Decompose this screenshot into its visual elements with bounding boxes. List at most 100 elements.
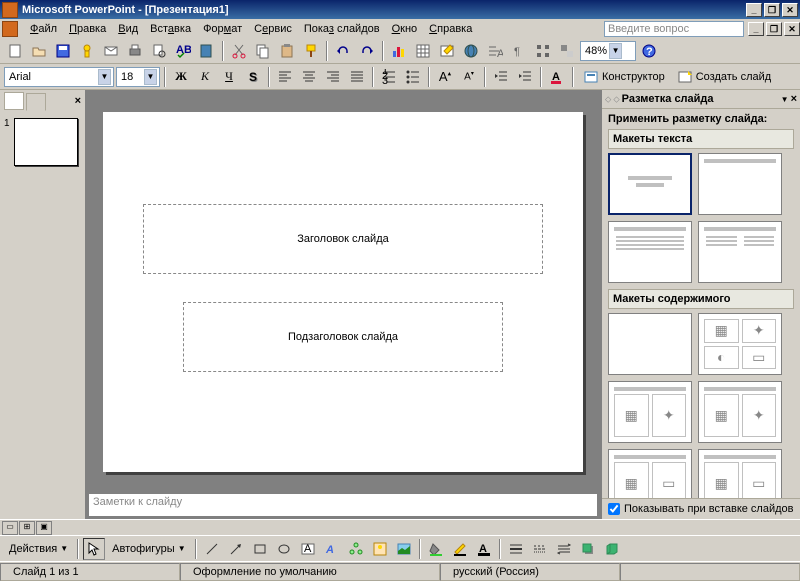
layout-title-content[interactable]: ▦✦: [608, 381, 692, 443]
layout-title-text[interactable]: [608, 221, 692, 283]
color-button[interactable]: [556, 40, 578, 62]
open-button[interactable]: [28, 40, 50, 62]
help-button[interactable]: ?: [638, 40, 660, 62]
italic-button[interactable]: К: [194, 66, 216, 88]
align-right-button[interactable]: [322, 66, 344, 88]
3d-style-button[interactable]: [601, 538, 623, 560]
select-button[interactable]: [83, 538, 105, 560]
font-combo[interactable]: Arial▼: [4, 67, 114, 87]
menu-edit[interactable]: Правка: [63, 21, 112, 37]
slideshow-view-button[interactable]: ▣: [36, 521, 52, 535]
redo-button[interactable]: [356, 40, 378, 62]
expand-button[interactable]: A: [484, 40, 506, 62]
undo-button[interactable]: [332, 40, 354, 62]
menu-format[interactable]: Формат: [197, 21, 248, 37]
layout-4content[interactable]: ▦▭: [608, 449, 692, 498]
paste-button[interactable]: [276, 40, 298, 62]
slide-thumbnail[interactable]: 1: [4, 118, 81, 166]
oval-button[interactable]: [273, 538, 295, 560]
slides-tab[interactable]: [26, 93, 46, 111]
chart-button[interactable]: [388, 40, 410, 62]
print-button[interactable]: [124, 40, 146, 62]
menu-window[interactable]: Окно: [386, 21, 424, 37]
doc-restore-button[interactable]: ❐: [766, 22, 782, 36]
sorter-view-button[interactable]: ⊞: [19, 521, 35, 535]
menu-help[interactable]: Справка: [423, 21, 478, 37]
line-style-button[interactable]: [505, 538, 527, 560]
increase-indent-button[interactable]: [514, 66, 536, 88]
copy-button[interactable]: [252, 40, 274, 62]
outline-tab[interactable]: [4, 92, 24, 110]
status-language[interactable]: русский (Россия): [440, 563, 620, 581]
subtitle-placeholder[interactable]: Подзаголовок слайда: [183, 302, 503, 372]
numbering-button[interactable]: 123: [378, 66, 400, 88]
tables-borders-button[interactable]: [436, 40, 458, 62]
autoshapes-menu[interactable]: Автофигуры▼: [107, 538, 191, 560]
layout-title-2col-text[interactable]: [698, 221, 782, 283]
textbox-button[interactable]: A: [297, 538, 319, 560]
shadow-style-button[interactable]: [577, 538, 599, 560]
layout-title-slide[interactable]: [608, 153, 692, 215]
permission-button[interactable]: [76, 40, 98, 62]
underline-button[interactable]: Ч: [218, 66, 240, 88]
clipart-button[interactable]: [369, 538, 391, 560]
rectangle-button[interactable]: [249, 538, 271, 560]
show-formatting-button[interactable]: ¶: [508, 40, 530, 62]
ask-question-box[interactable]: Введите вопрос: [604, 21, 744, 37]
increase-font-button[interactable]: A▴: [434, 66, 456, 88]
line-button[interactable]: [201, 538, 223, 560]
preview-button[interactable]: [148, 40, 170, 62]
arrow-button[interactable]: [225, 538, 247, 560]
layout-title-2content[interactable]: ▦✦: [698, 381, 782, 443]
task-pane-menu-icon[interactable]: ▼: [781, 95, 789, 104]
spelling-button[interactable]: ABC: [172, 40, 194, 62]
new-button[interactable]: [4, 40, 26, 62]
menu-view[interactable]: Вид: [112, 21, 144, 37]
zoom-combo[interactable]: 48%▼: [580, 41, 636, 61]
design-button[interactable]: Конструктор: [578, 66, 670, 88]
layout-title-only[interactable]: [698, 153, 782, 215]
grid-button[interactable]: [532, 40, 554, 62]
fwd-icon[interactable]: ⬦: [613, 94, 619, 105]
email-button[interactable]: [100, 40, 122, 62]
decrease-indent-button[interactable]: [490, 66, 512, 88]
table-button[interactable]: [412, 40, 434, 62]
slide[interactable]: Заголовок слайда Подзаголовок слайда: [103, 112, 583, 472]
normal-view-button[interactable]: ▭: [2, 521, 18, 535]
hyperlink-button[interactable]: [460, 40, 482, 62]
new-slide-button[interactable]: Создать слайд: [672, 66, 776, 88]
font-size-combo[interactable]: 18▼: [116, 67, 160, 87]
bold-button[interactable]: Ж: [170, 66, 192, 88]
dash-style-button[interactable]: [529, 538, 551, 560]
doc-icon[interactable]: [2, 21, 18, 37]
font-color-button[interactable]: A: [546, 66, 568, 88]
close-button[interactable]: ✕: [782, 3, 798, 17]
save-button[interactable]: [52, 40, 74, 62]
notes-pane[interactable]: Заметки к слайду: [88, 493, 598, 517]
menu-tools[interactable]: Сервис: [248, 21, 298, 37]
research-button[interactable]: [196, 40, 218, 62]
decrease-font-button[interactable]: A▾: [458, 66, 480, 88]
layout-content[interactable]: ▦✦◐▭: [698, 313, 782, 375]
align-center-button[interactable]: [298, 66, 320, 88]
maximize-button[interactable]: ❐: [764, 3, 780, 17]
menu-file[interactable]: Файл: [24, 21, 63, 37]
cut-button[interactable]: [228, 40, 250, 62]
minimize-button[interactable]: _: [746, 3, 762, 17]
doc-close-button[interactable]: ✕: [784, 22, 800, 36]
fill-color-button[interactable]: [425, 538, 447, 560]
diagram-button[interactable]: [345, 538, 367, 560]
wordart-button[interactable]: A: [321, 538, 343, 560]
layout-4content-b[interactable]: ▦▭: [698, 449, 782, 498]
actions-menu[interactable]: Действия▼: [4, 538, 73, 560]
show-on-insert-checkbox[interactable]: Показывать при вставке слайдов: [602, 498, 800, 519]
align-left-button[interactable]: [274, 66, 296, 88]
layout-blank[interactable]: [608, 313, 692, 375]
task-pane-close-button[interactable]: ×: [791, 93, 797, 105]
shadow-button[interactable]: S: [242, 66, 264, 88]
bullets-button[interactable]: [402, 66, 424, 88]
line-color-button[interactable]: [449, 538, 471, 560]
format-painter-button[interactable]: [300, 40, 322, 62]
back-icon[interactable]: ⬦: [605, 94, 611, 105]
checkbox[interactable]: [608, 503, 620, 515]
